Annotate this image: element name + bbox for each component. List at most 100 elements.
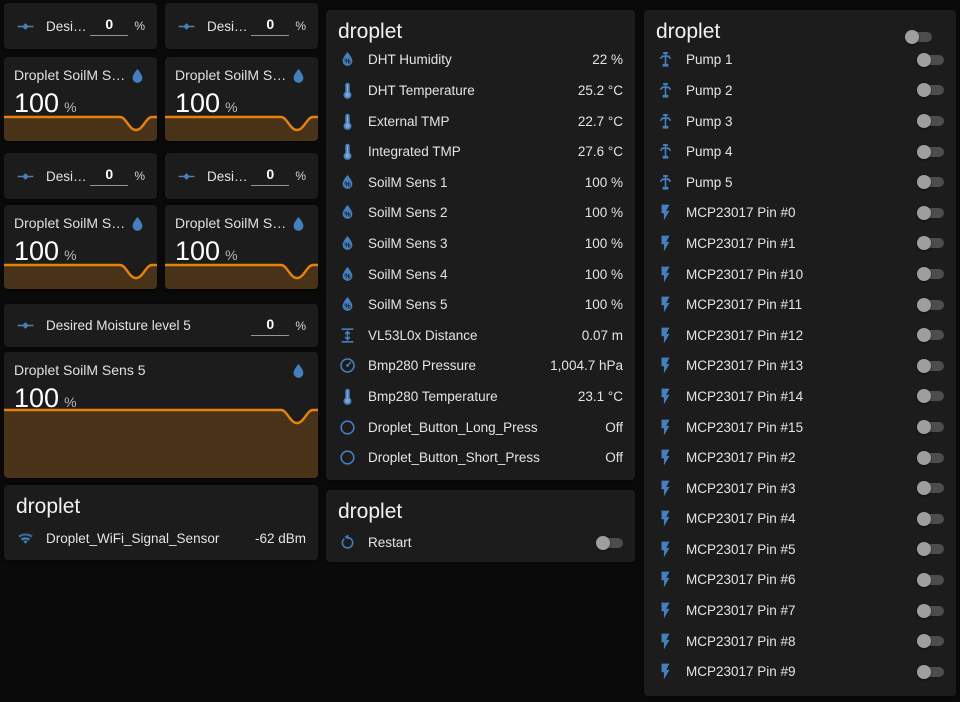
header-toggle-switch[interactable] <box>905 30 932 44</box>
switch-row[interactable]: MCP23017 Pin #1 <box>644 228 956 259</box>
toggle-switch[interactable] <box>917 83 944 97</box>
soil-sensor-card[interactable]: Droplet SoilM Sens 2 100% <box>165 57 318 141</box>
entity-label: SoilM Sens 4 <box>368 267 577 282</box>
entity-row[interactable]: Integrated TMP 27.6 °C <box>326 136 635 167</box>
number-input[interactable]: 0 <box>90 166 128 186</box>
switch-row[interactable]: MCP23017 Pin #2 <box>644 442 956 473</box>
entity-label: DHT Temperature <box>368 83 570 98</box>
toggle-switch[interactable] <box>917 145 944 159</box>
switch-row[interactable]: MCP23017 Pin #13 <box>644 351 956 382</box>
flash-icon <box>656 662 675 681</box>
entity-row[interactable]: External TMP 22.7 °C <box>326 106 635 137</box>
toggle-switch[interactable] <box>917 573 944 587</box>
flash-icon <box>656 632 675 651</box>
number-input[interactable]: 0 <box>251 316 289 336</box>
number-input[interactable]: 0 <box>90 16 128 36</box>
thermometer-icon <box>338 142 357 161</box>
entity-row[interactable]: Bmp280 Pressure 1,004.7 hPa <box>326 351 635 382</box>
ray-vertex-icon <box>177 17 196 36</box>
entity-row[interactable]: Droplet_Button_Long_Press Off <box>326 412 635 443</box>
entity-label: MCP23017 Pin #7 <box>686 603 909 618</box>
switch-row[interactable]: Restart <box>326 525 635 561</box>
entity-label: MCP23017 Pin #12 <box>686 328 909 343</box>
entity-row[interactable]: % SoilM Sens 1 100 % <box>326 167 635 198</box>
switch-row[interactable]: Pump 4 <box>644 136 956 167</box>
entity-row[interactable]: Droplet_WiFi_Signal_Sensor -62 dBm <box>4 520 318 558</box>
switch-row[interactable]: Pump 5 <box>644 167 956 198</box>
entity-label: SoilM Sens 3 <box>368 236 577 251</box>
entity-label: MCP23017 Pin #6 <box>686 572 909 587</box>
water-icon <box>289 215 308 234</box>
flash-icon <box>656 448 675 467</box>
entity-label: Bmp280 Pressure <box>368 358 542 373</box>
entity-row[interactable]: % DHT Humidity 22 % <box>326 45 635 76</box>
input-label: Desired … <box>46 169 90 184</box>
soil-sensor-card[interactable]: Droplet SoilM Sens 4 100% <box>165 205 318 289</box>
entity-row[interactable]: % SoilM Sens 3 100 % <box>326 228 635 259</box>
entity-label: MCP23017 Pin #3 <box>686 481 909 496</box>
toggle-switch[interactable] <box>917 298 944 312</box>
switch-row[interactable]: MCP23017 Pin #6 <box>644 565 956 596</box>
flash-icon <box>656 203 675 222</box>
toggle-switch[interactable] <box>917 542 944 556</box>
sensor-card-title: Droplet SoilM Sens 5 <box>14 362 289 378</box>
switch-row[interactable]: Pump 2 <box>644 75 956 106</box>
toggle-switch[interactable] <box>917 206 944 220</box>
soil-sensor-card-5[interactable]: Droplet SoilM Sens 5 100% <box>4 352 318 478</box>
soil-sensor-card[interactable]: Droplet SoilM Sens 3 100% <box>4 205 157 289</box>
toggle-switch[interactable] <box>917 328 944 342</box>
number-input[interactable]: 0 <box>251 16 289 36</box>
toggle-switch[interactable] <box>917 389 944 403</box>
entity-label: Pump 1 <box>686 52 909 67</box>
water-percent-icon: % <box>338 173 357 192</box>
entity-row[interactable]: Bmp280 Temperature 23.1 °C <box>326 381 635 412</box>
switch-row[interactable]: MCP23017 Pin #3 <box>644 473 956 504</box>
restart-rows: Restart <box>326 525 635 561</box>
switch-row[interactable]: MCP23017 Pin #10 <box>644 259 956 290</box>
toggle-switch[interactable] <box>917 665 944 679</box>
toggle-switch[interactable] <box>917 481 944 495</box>
switch-row[interactable]: MCP23017 Pin #5 <box>644 534 956 565</box>
switch-row[interactable]: MCP23017 Pin #9 <box>644 656 956 687</box>
toggle-switch[interactable] <box>917 634 944 648</box>
switch-row[interactable]: MCP23017 Pin #15 <box>644 412 956 443</box>
toggle-switch[interactable] <box>917 359 944 373</box>
switch-row[interactable]: Pump 1 <box>644 45 956 76</box>
card-title: droplet <box>656 19 720 44</box>
toggle-switch[interactable] <box>917 175 944 189</box>
entity-row[interactable]: % SoilM Sens 4 100 % <box>326 259 635 290</box>
entity-label: Pump 2 <box>686 83 909 98</box>
toggle-switch[interactable] <box>917 53 944 67</box>
switch-row[interactable]: MCP23017 Pin #8 <box>644 626 956 657</box>
toggle-switch[interactable] <box>917 236 944 250</box>
switch-row[interactable]: MCP23017 Pin #14 <box>644 381 956 412</box>
toggle-switch[interactable] <box>917 512 944 526</box>
water-percent-icon: % <box>338 234 357 253</box>
switch-row[interactable]: MCP23017 Pin #12 <box>644 320 956 351</box>
switch-row[interactable]: MCP23017 Pin #0 <box>644 198 956 229</box>
toggle-switch[interactable] <box>917 267 944 281</box>
entity-row[interactable]: VL53L0x Distance 0.07 m <box>326 320 635 351</box>
desired-input-card: Desired … 0 % <box>4 153 157 199</box>
toggle-switch[interactable] <box>917 114 944 128</box>
ray-vertex-icon <box>16 316 35 335</box>
switch-row[interactable]: MCP23017 Pin #11 <box>644 289 956 320</box>
entity-row[interactable]: DHT Temperature 25.2 °C <box>326 75 635 106</box>
toggle-switch[interactable] <box>917 604 944 618</box>
soil-sensor-card[interactable]: Droplet SoilM Sens 1 100% <box>4 57 157 141</box>
entity-row[interactable]: % SoilM Sens 2 100 % <box>326 198 635 229</box>
toggle-switch[interactable] <box>917 420 944 434</box>
entity-label: MCP23017 Pin #13 <box>686 358 909 373</box>
toggle-switch[interactable] <box>596 536 623 550</box>
flash-icon <box>656 540 675 559</box>
ha-dashboard: Desired … 0 % Desired … 0 % Droplet Soil… <box>0 0 960 702</box>
entity-value: 22.7 °C <box>578 114 623 129</box>
entity-row[interactable]: % SoilM Sens 5 100 % <box>326 289 635 320</box>
number-input[interactable]: 0 <box>251 166 289 186</box>
toggle-switch[interactable] <box>917 451 944 465</box>
switch-row[interactable]: MCP23017 Pin #4 <box>644 504 956 535</box>
flash-icon <box>656 601 675 620</box>
switch-row[interactable]: Pump 3 <box>644 106 956 137</box>
entity-row[interactable]: Droplet_Button_Short_Press Off <box>326 442 635 473</box>
switch-row[interactable]: MCP23017 Pin #7 <box>644 595 956 626</box>
